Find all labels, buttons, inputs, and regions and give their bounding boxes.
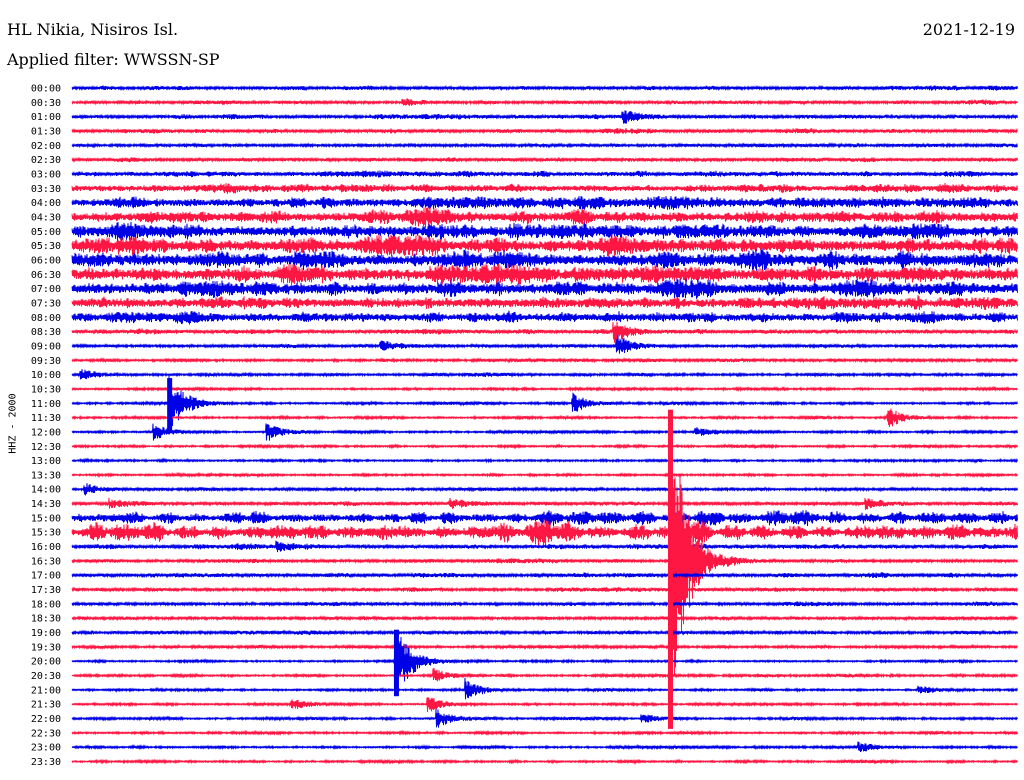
trace-line	[71, 633, 1018, 689]
tick-label: 00:00	[31, 84, 61, 95]
tick-label: 10:30	[31, 384, 61, 395]
tick-label: 16:30	[31, 556, 61, 567]
tick-label: 07:00	[31, 284, 61, 295]
tick-label: 05:30	[31, 241, 61, 252]
trace-line	[71, 729, 1018, 736]
tick-label: 02:30	[31, 155, 61, 166]
traces	[71, 84, 1018, 765]
tick-label: 20:00	[31, 657, 61, 668]
trace-line	[71, 708, 1018, 728]
tick-label: 01:30	[31, 126, 61, 137]
tick-label: 22:30	[31, 728, 61, 739]
tick-label: 15:00	[31, 513, 61, 524]
tick-label: 11:00	[31, 399, 61, 410]
trace-line	[71, 483, 1018, 496]
trace-line	[71, 497, 1018, 511]
tick-label: 20:30	[31, 671, 61, 682]
trace-line	[71, 142, 1018, 149]
tick-label: 21:30	[31, 700, 61, 711]
tick-label: 01:00	[31, 112, 61, 123]
tick-label: 16:00	[31, 542, 61, 553]
tick-label: 12:00	[31, 427, 61, 438]
tick-label: 23:30	[31, 757, 61, 768]
trace-line	[71, 457, 1018, 464]
trace-line	[71, 741, 1018, 753]
trace-line	[71, 369, 1018, 380]
trace-line	[71, 98, 1018, 106]
tick-label: 04:00	[31, 198, 61, 209]
trace-line	[71, 310, 1018, 325]
tick-label: 06:00	[31, 255, 61, 266]
tick-label: 15:30	[31, 528, 61, 539]
trace-line	[71, 234, 1018, 258]
tick-label: 11:30	[31, 413, 61, 424]
trace-line	[71, 278, 1018, 299]
trace-line	[71, 170, 1018, 178]
trace-line	[71, 127, 1018, 135]
tick-label: 08:00	[31, 313, 61, 324]
event-spike	[668, 409, 673, 729]
trace-line	[71, 221, 1018, 242]
tick-label: 05:00	[31, 227, 61, 238]
trace-line	[71, 510, 1018, 527]
trace-line	[71, 423, 1018, 441]
tick-label: 08:30	[31, 327, 61, 338]
tick-label: 21:00	[31, 685, 61, 696]
trace-line	[71, 697, 1018, 713]
trace-line	[71, 356, 1018, 364]
trace-line	[71, 334, 1018, 354]
trace-line	[71, 182, 1018, 194]
trace-line	[71, 471, 1018, 479]
tick-label: 23:00	[31, 743, 61, 754]
tick-label: 00:30	[31, 98, 61, 109]
trace-line	[71, 614, 1018, 622]
tick-label: 03:30	[31, 184, 61, 195]
tick-label: 19:00	[31, 628, 61, 639]
tick-label: 13:30	[31, 470, 61, 481]
tick-label: 10:00	[31, 370, 61, 381]
trace-line	[71, 586, 1018, 593]
trace-line	[71, 195, 1018, 211]
trace-line	[71, 110, 1018, 124]
trace-line	[71, 629, 1018, 636]
tick-label: 17:00	[31, 571, 61, 582]
tick-label: 14:30	[31, 499, 61, 510]
helicorder-plot: 00:00 00:30 01:00 01:30 02:00 02:30 03:00 03:30…	[31, 84, 1018, 769]
trace-line	[71, 408, 1018, 427]
event-spike	[393, 629, 399, 697]
tick-label: 18:30	[31, 614, 61, 625]
tick-label: 04:30	[31, 212, 61, 223]
tick-label: 03:00	[31, 169, 61, 180]
tick-label: 14:00	[31, 485, 61, 496]
trace-line	[71, 248, 1018, 271]
trace-line	[71, 600, 1018, 608]
tick-label: 07:30	[31, 298, 61, 309]
tick-labels: 00:00 00:30 01:00 01:30 02:00 02:30 03:00 03:30…	[31, 84, 61, 769]
tick-label: 02:00	[31, 141, 61, 152]
trace-line	[71, 84, 1018, 92]
tick-label: 09:30	[31, 356, 61, 367]
tick-label: 09:00	[31, 341, 61, 352]
trace-line	[71, 321, 1018, 343]
trace-line	[71, 156, 1018, 163]
tick-label: 19:30	[31, 642, 61, 653]
tick-label: 18:00	[31, 599, 61, 610]
trace-line	[71, 667, 1018, 682]
trace-line	[71, 643, 1018, 651]
tick-label: 06:30	[31, 270, 61, 281]
tick-label: 17:30	[31, 585, 61, 596]
tick-label: 12:30	[31, 442, 61, 453]
trace-line	[71, 443, 1018, 450]
tick-label: 22:00	[31, 714, 61, 725]
event-spike	[167, 378, 173, 432]
trace-line	[71, 444, 1018, 711]
tick-label: 13:00	[31, 456, 61, 467]
trace-line	[71, 385, 1018, 393]
trace-line	[71, 207, 1018, 228]
trace-line	[71, 571, 1018, 579]
trace-line	[71, 758, 1018, 765]
trace-line	[71, 677, 1018, 700]
trace-line	[71, 518, 1018, 546]
